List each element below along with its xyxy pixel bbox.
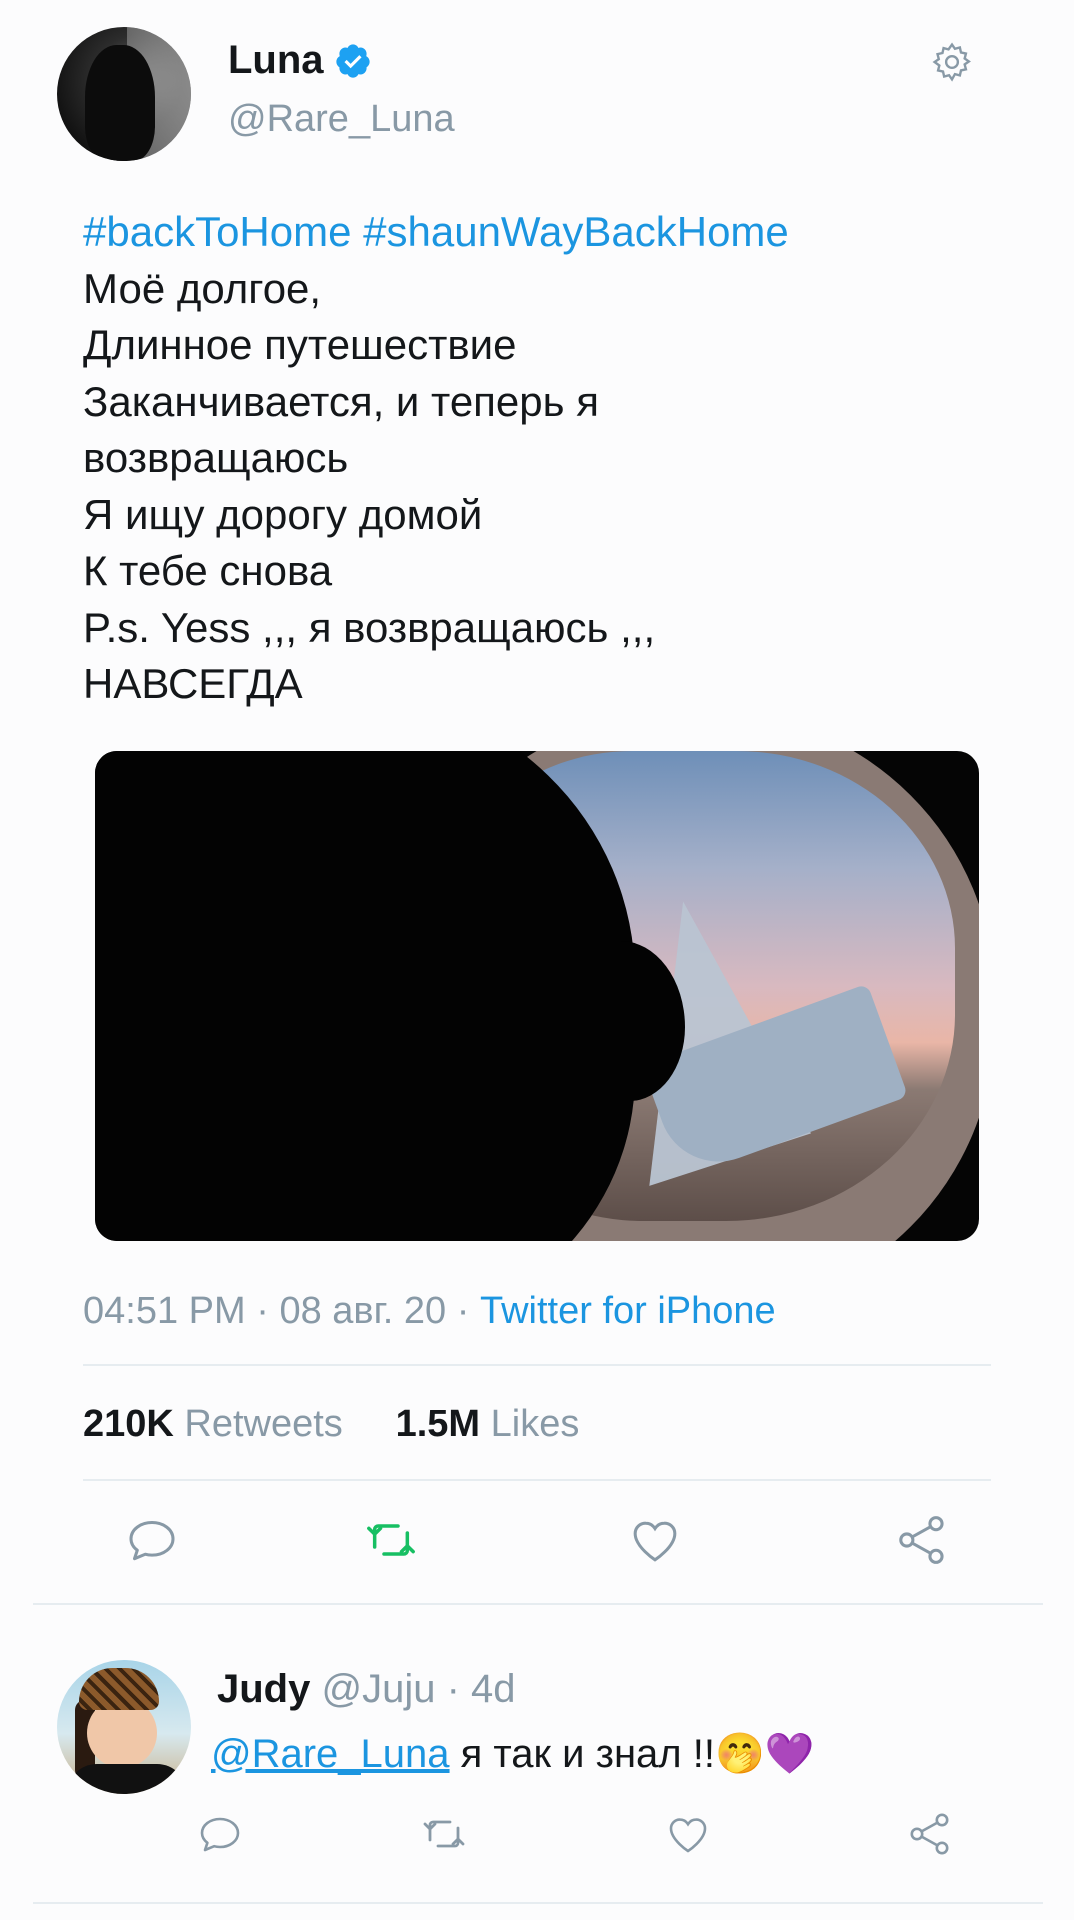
gear-icon[interactable] (930, 40, 974, 84)
tweet-line: К тебе снова (83, 547, 333, 594)
tweet-line: Моё долгое, (83, 264, 322, 312)
tweet-hashtags[interactable]: #backToHome #shaunWayBackHome (83, 204, 983, 261)
reply-author-name[interactable]: Judy (217, 1667, 310, 1711)
retweets-stat[interactable]: 210K Retweets (83, 1403, 343, 1445)
heart-icon[interactable] (627, 1512, 683, 1568)
reply-age: 4d (471, 1667, 516, 1711)
divider (83, 1479, 991, 1481)
verified-badge-icon (335, 43, 370, 78)
share-icon[interactable] (906, 1810, 954, 1858)
divider (83, 1364, 991, 1366)
tweet-line: Длинное путешествие (83, 321, 517, 368)
tweet-stats: 210K Retweets 1.5M Likes (83, 1403, 579, 1446)
tweet-time: 04:51 PM (83, 1290, 246, 1332)
reply-icon[interactable] (196, 1810, 244, 1858)
tweet-line: НАВСЕГДА (83, 660, 303, 707)
reply-header: Judy @Juju · 4d (217, 1667, 516, 1711)
tweet-line: возвращаюсь (83, 434, 349, 481)
tweet-line: Заканчивается, и теперь я (83, 377, 599, 425)
share-icon[interactable] (894, 1512, 950, 1568)
reply-body: я так и знал !!🤭💜 (449, 1732, 815, 1776)
reply-author-avatar[interactable] (57, 1660, 191, 1794)
tweet-meta: 04:51 PM · 08 авг. 20 · Twitter for iPho… (83, 1290, 776, 1332)
tweet-source-link[interactable]: Twitter for iPhone (480, 1290, 776, 1332)
likes-stat[interactable]: 1.5M Likes (396, 1403, 580, 1445)
author-name-row[interactable]: Luna (228, 38, 372, 83)
reply-author-handle[interactable]: @Juju (321, 1667, 435, 1711)
reply-text: @Rare_Luna я так и знал !!🤭💜 (211, 1730, 815, 1777)
retweet-icon[interactable] (420, 1810, 468, 1858)
reply-mention-link[interactable]: @Rare_Luna (211, 1732, 450, 1776)
retweet-icon[interactable] (363, 1512, 419, 1568)
tweet-date: 08 авг. 20 (279, 1290, 447, 1332)
tweet-media-image[interactable] (95, 751, 979, 1241)
tweet-line: Я ищу дорогу домой (83, 490, 483, 538)
divider (33, 1603, 1043, 1605)
tweet-line: P.s. Yess ,,, я возвращаюсь ,,, (83, 603, 656, 651)
divider (33, 1902, 1043, 1904)
author-avatar[interactable] (57, 27, 191, 161)
reply-icon[interactable] (124, 1512, 180, 1568)
author-handle[interactable]: @Rare_Luna (228, 98, 455, 141)
tweet-text: #backToHome #shaunWayBackHome Моё долгое… (83, 204, 983, 713)
author-name: Luna (228, 38, 324, 82)
heart-icon[interactable] (664, 1810, 712, 1858)
